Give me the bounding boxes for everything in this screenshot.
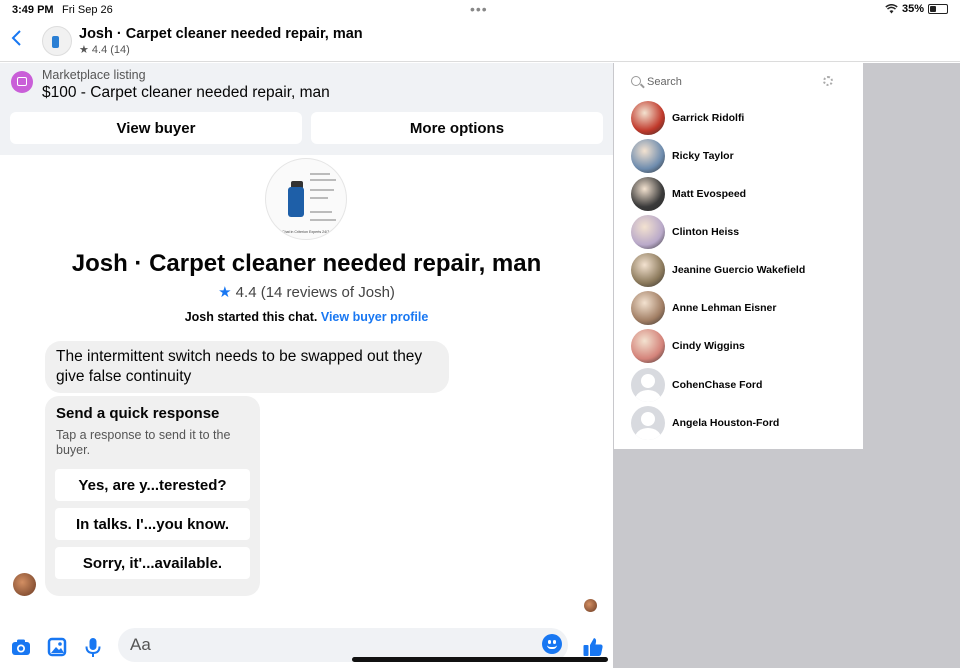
listing-avatar[interactable] <box>42 26 72 56</box>
contact-name: Ricky Taylor <box>672 150 734 162</box>
chat-area: Chat in Criterion Experts 24/7 Josh · Ca… <box>0 155 613 625</box>
contact-avatar <box>631 329 665 363</box>
quick-response-panel: Send a quick response Tap a response to … <box>45 396 260 596</box>
star-icon: ★ <box>218 284 232 301</box>
contact-avatar <box>631 291 665 325</box>
search-icon <box>631 76 641 86</box>
marketplace-icon <box>11 71 33 93</box>
chat-rating-text: 4.4 (14 reviews of Josh) <box>231 284 395 301</box>
contact-item[interactable]: Ricky Taylor <box>631 139 856 175</box>
microphone-icon[interactable] <box>82 636 104 658</box>
contact-name: Angela Houston-Ford <box>672 417 780 429</box>
seen-receipt-avatar <box>584 599 597 612</box>
back-button[interactable] <box>10 28 28 52</box>
contact-item[interactable]: Clinton Heiss <box>631 215 856 251</box>
header-title[interactable]: Josh · Carpet cleaner needed repair, man <box>79 26 363 42</box>
battery-icon <box>928 4 948 14</box>
product-image-caption: Chat in Criterion Experts 24/7 <box>282 230 330 234</box>
chat-title: Josh · Carpet cleaner needed repair, man <box>71 250 542 277</box>
contact-item[interactable]: Anne Lehman Eisner <box>631 291 856 327</box>
conversation-header: Josh · Carpet cleaner needed repair, man… <box>0 20 960 62</box>
chevron-left-icon <box>11 30 21 46</box>
chat-started-text: Josh started this chat. View buyer profi… <box>0 310 613 324</box>
contact-name: Clinton Heiss <box>672 226 740 238</box>
listing-title[interactable]: $100 - Carpet cleaner needed repair, man <box>42 84 330 102</box>
quick-response-subtitle: Tap a response to send it to the buyer. <box>56 428 231 457</box>
contacts-panel: Garrick Ridolfi Ricky Taylor Matt Evospeed… <box>614 63 863 449</box>
quick-response-option[interactable]: Sorry, it'...available. <box>55 547 250 579</box>
quick-response-title: Send a quick response <box>56 405 220 422</box>
chat-rating: ★ 4.4 (14 reviews of Josh) <box>0 283 613 301</box>
status-time: 3:49 PM <box>12 4 54 16</box>
incoming-message[interactable]: The intermittent switch needs to be swap… <box>45 341 449 393</box>
quick-response-option[interactable]: In talks. I'...you know. <box>55 508 250 540</box>
contact-avatar <box>631 406 665 440</box>
contact-item[interactable]: Cindy Wiggins <box>631 329 856 365</box>
contact-item[interactable]: Angela Houston-Ford <box>631 406 856 442</box>
contact-item[interactable]: CohenChase Ford <box>631 368 856 404</box>
status-date: Fri Sep 26 <box>62 4 113 16</box>
status-bar: 3:49 PM Fri Sep 26 ••• 35% <box>0 0 960 20</box>
quick-response-option[interactable]: Yes, are y...terested? <box>55 469 250 501</box>
contact-name: CohenChase Ford <box>672 379 763 391</box>
message-composer <box>0 625 613 668</box>
chat-started-label: Josh started this chat. <box>184 310 321 324</box>
home-indicator[interactable] <box>352 657 608 662</box>
battery-percent: 35% <box>901 3 924 15</box>
wifi-icon <box>885 4 898 14</box>
contact-name: Garrick Ridolfi <box>672 112 745 124</box>
product-image[interactable]: Chat in Criterion Experts 24/7 <box>265 158 347 240</box>
contacts-search-input[interactable] <box>647 72 817 92</box>
contact-avatar <box>631 215 665 249</box>
contact-name: Cindy Wiggins <box>672 340 745 352</box>
contact-name: Anne Lehman Eisner <box>672 302 777 314</box>
contact-avatar <box>631 368 665 402</box>
multitasking-dots[interactable]: ••• <box>470 1 488 17</box>
view-buyer-button[interactable]: View buyer <box>10 112 302 144</box>
contact-avatar <box>631 101 665 135</box>
view-buyer-profile-link[interactable]: View buyer profile <box>321 310 428 324</box>
contact-item[interactable]: Matt Evospeed <box>631 177 856 213</box>
thumbs-up-icon[interactable] <box>582 636 604 658</box>
status-right: 35% <box>885 3 948 15</box>
contact-name: Jeanine Guercio Wakefield <box>672 264 806 276</box>
contact-avatar <box>631 177 665 211</box>
marketplace-listing-banner: Marketplace listing $100 - Carpet cleane… <box>0 63 613 155</box>
sender-avatar[interactable] <box>13 573 36 596</box>
contact-name: Matt Evospeed <box>672 188 747 200</box>
contact-avatar <box>631 139 665 173</box>
gear-icon[interactable] <box>823 76 833 86</box>
camera-icon[interactable] <box>10 636 32 658</box>
more-options-button[interactable]: More options <box>311 112 603 144</box>
header-rating: ★ 4.4 (14) <box>79 44 130 56</box>
contact-avatar <box>631 253 665 287</box>
contact-item[interactable]: Jeanine Guercio Wakefield <box>631 253 856 289</box>
listing-label: Marketplace listing <box>42 68 146 82</box>
gallery-icon[interactable] <box>46 636 68 658</box>
contact-item[interactable]: Garrick Ridolfi <box>631 101 856 137</box>
emoji-icon[interactable] <box>542 634 562 654</box>
